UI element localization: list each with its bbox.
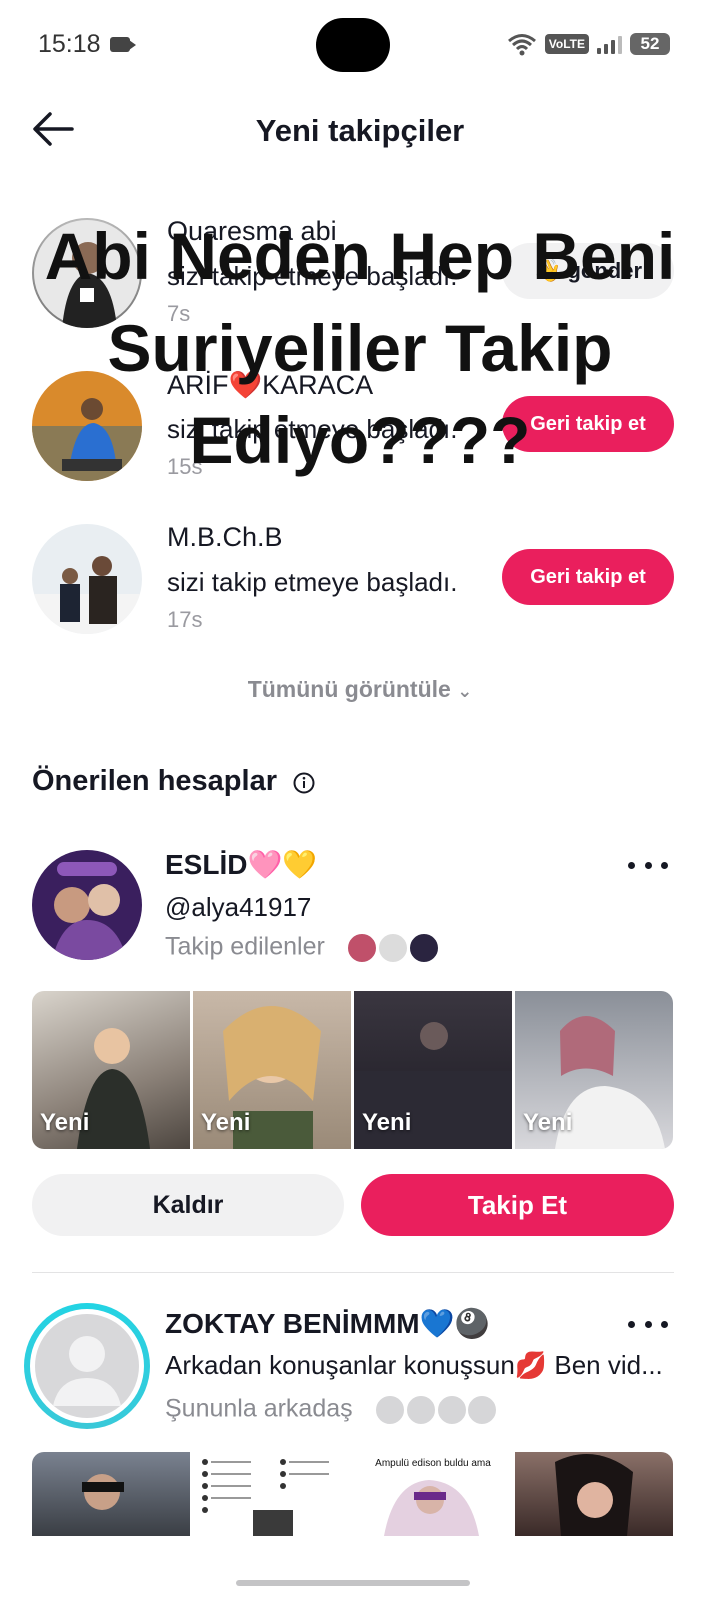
account-name[interactable]: ESLİD🩷💛 xyxy=(165,848,317,881)
follower-text: sizi takip etmeye başladı. xyxy=(167,567,458,597)
account-bio: Arkadan konuşanlar konuşsun💋 Ben vid... xyxy=(165,1350,663,1380)
follower-row[interactable]: ARİF❤️KARACA sizi takip etmeye başladı. … xyxy=(0,369,720,511)
signal-icon xyxy=(597,34,622,54)
remove-button[interactable]: Kaldır xyxy=(32,1174,344,1236)
new-badge: Yeni xyxy=(201,1109,251,1136)
avatar xyxy=(373,1394,406,1426)
video-thumbnail[interactable] xyxy=(32,1452,190,1536)
avatar xyxy=(376,932,409,964)
avatar xyxy=(407,932,440,964)
follower-time: 17s xyxy=(167,607,203,632)
avatar[interactable] xyxy=(32,371,142,481)
avatar xyxy=(345,932,378,964)
camera-notch xyxy=(316,18,390,72)
avatar[interactable] xyxy=(32,218,142,328)
screen-record-icon xyxy=(110,37,136,52)
follower-description: sizi takip etmeye başladı. 15s xyxy=(167,411,467,485)
follower-text: sizi takip etmeye başladı. xyxy=(167,414,458,444)
follower-name[interactable]: Quaresma abi xyxy=(167,216,337,247)
avatar[interactable] xyxy=(32,524,142,634)
follower-time: 15s xyxy=(167,454,203,479)
follower-description: sizi takip etmeye başladı. 17s xyxy=(167,564,467,638)
mutuals-label: Takip edilenler xyxy=(165,932,325,961)
avatar[interactable] xyxy=(24,1303,150,1429)
volte-badge: VoLTE xyxy=(544,34,589,54)
more-options-icon[interactable] xyxy=(628,1317,668,1331)
wifi-icon xyxy=(507,34,536,56)
account-mutuals: Takip edilenler xyxy=(165,932,440,964)
chevron-down-icon: ⌄ xyxy=(457,681,473,701)
follow-back-button[interactable]: Geri takip et xyxy=(502,396,674,452)
follower-row[interactable]: M.B.Ch.B sizi takip etmeye başladı. 17s … xyxy=(0,522,720,664)
account-name[interactable]: ZOKTAY BENİMMM💙🎱 xyxy=(165,1307,489,1340)
info-icon[interactable] xyxy=(292,771,316,795)
video-thumbnail[interactable]: Yeni xyxy=(193,991,351,1149)
page-title: Yeni takipçiler xyxy=(255,113,465,148)
follower-row[interactable]: Quaresma abi sizi takip etmeye başladı. … xyxy=(0,216,720,358)
avatar xyxy=(466,1394,499,1426)
new-badge: Yeni xyxy=(40,1109,90,1136)
status-bar: 15:18 VoLTE 52 xyxy=(0,0,720,90)
follow-button[interactable]: Takip Et xyxy=(361,1174,674,1236)
avatar xyxy=(435,1394,468,1426)
video-thumbnail[interactable] xyxy=(515,1452,673,1536)
send-wave-button[interactable]: 👋 gönder xyxy=(502,243,674,299)
video-thumbnails: Yeni Yeni Yeni Yeni xyxy=(32,991,673,1149)
follower-description: sizi takip etmeye başladı. 7s xyxy=(167,258,467,332)
video-thumbnail[interactable]: Yeni xyxy=(515,991,673,1149)
battery-icon: 52 xyxy=(630,33,670,55)
mutuals-label: Şununla arkadaş xyxy=(165,1394,353,1423)
follower-text: sizi takip etmeye başladı. xyxy=(167,261,458,291)
follower-name[interactable]: ARİF❤️KARACA xyxy=(167,369,373,401)
thumbnail-caption: Ampulü edison buldu ama xyxy=(375,1458,491,1469)
avatar[interactable] xyxy=(32,850,142,960)
new-badge: Yeni xyxy=(362,1109,412,1136)
video-thumbnail[interactable]: Ampulü edison buldu ama xyxy=(354,1452,512,1536)
video-thumbnails: Ampulü edison buldu ama xyxy=(32,1452,673,1536)
account-mutuals: Şununla arkadaş xyxy=(165,1394,499,1426)
page-header: Yeni takipçiler xyxy=(0,95,720,165)
status-time: 15:18 xyxy=(38,30,101,58)
status-icons: VoLTE 52 xyxy=(507,32,670,56)
follow-back-button[interactable]: Geri takip et xyxy=(502,549,674,605)
suggested-title: Önerilen hesaplar xyxy=(32,765,277,797)
more-options-icon[interactable] xyxy=(628,858,668,872)
video-thumbnail[interactable]: Yeni xyxy=(32,991,190,1149)
home-indicator[interactable] xyxy=(236,1580,470,1586)
follower-time: 7s xyxy=(167,301,191,326)
follower-name[interactable]: M.B.Ch.B xyxy=(167,522,283,553)
see-all-link[interactable]: Tümünü görüntüle ⌄ xyxy=(0,676,720,703)
divider xyxy=(32,1272,674,1273)
video-thumbnail[interactable] xyxy=(193,1452,351,1536)
see-all-label: Tümünü görüntüle xyxy=(247,676,451,702)
video-thumbnail[interactable]: Yeni xyxy=(354,991,512,1149)
account-handle: @alya41917 xyxy=(165,892,312,922)
new-badge: Yeni xyxy=(523,1109,573,1136)
avatar xyxy=(404,1394,437,1426)
